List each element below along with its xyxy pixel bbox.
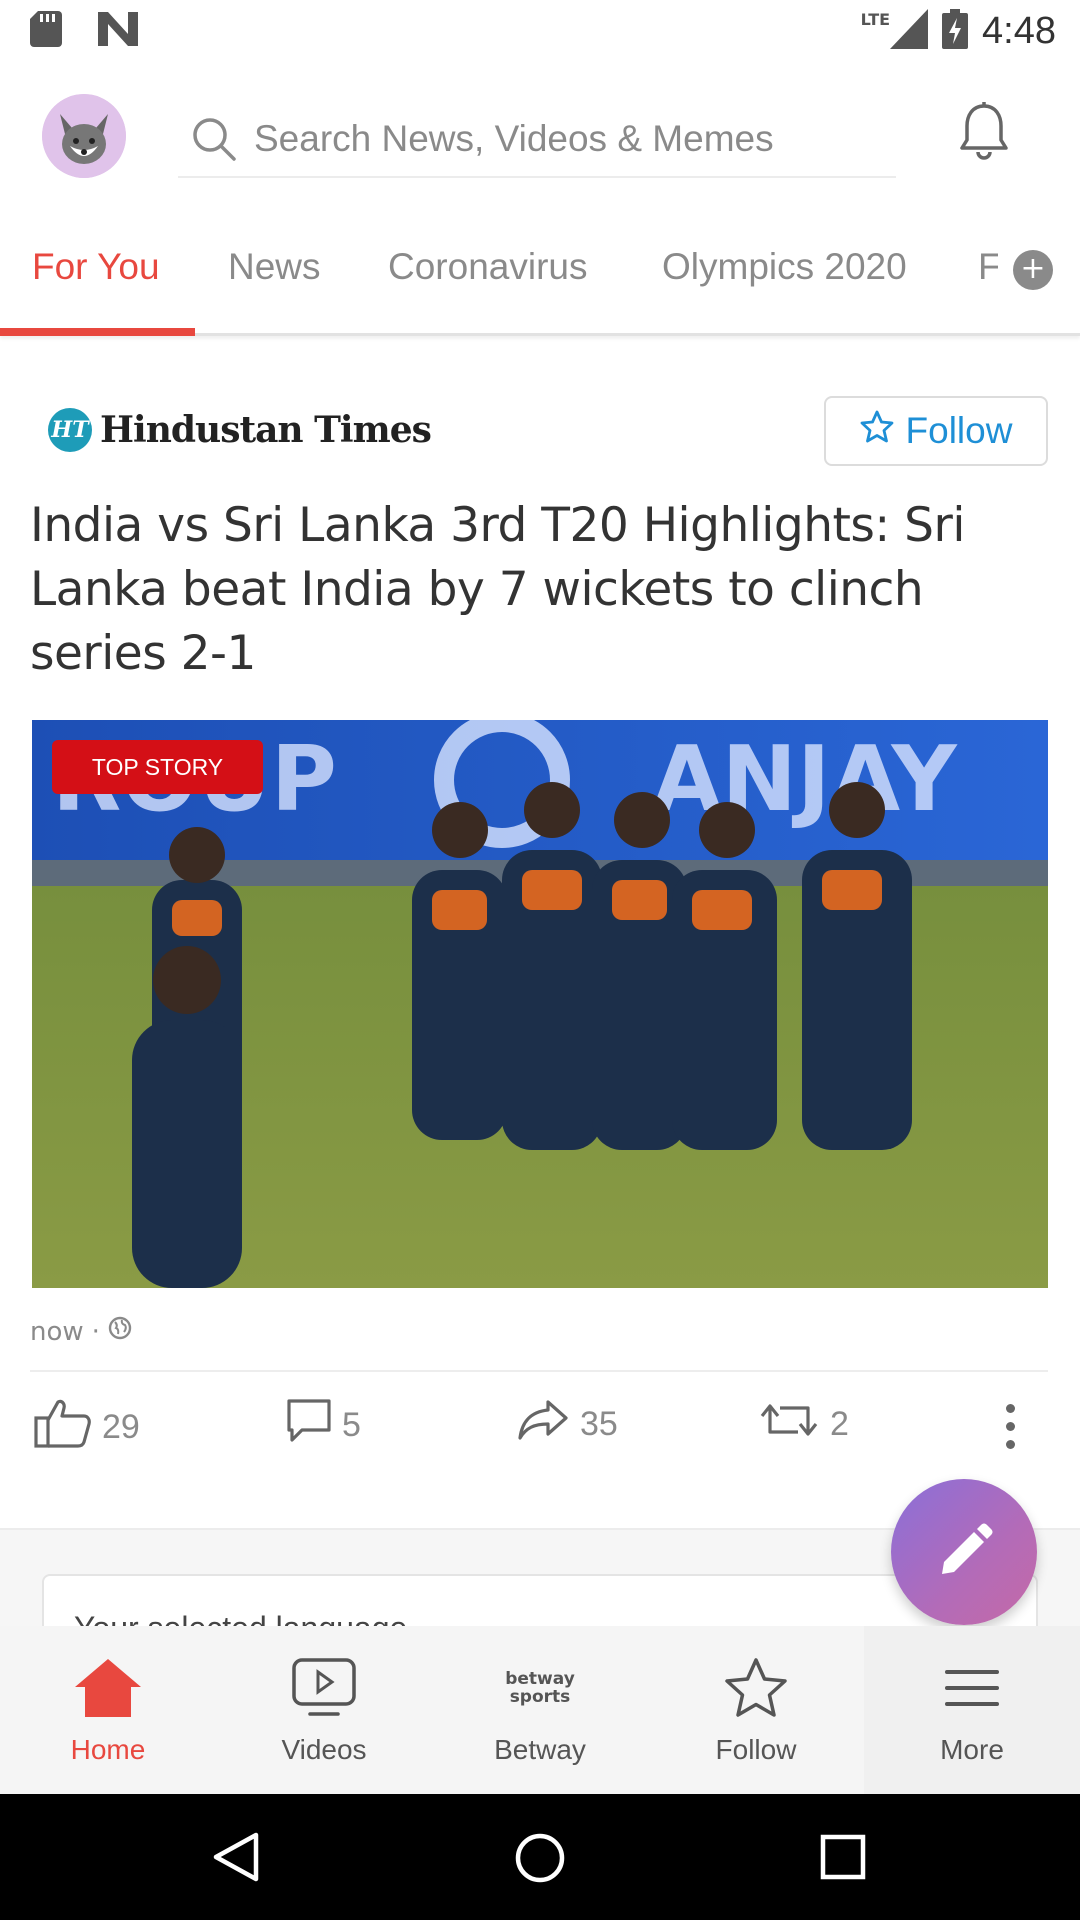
meta-separator: · — [91, 1316, 100, 1347]
nav-more-label: More — [940, 1734, 1004, 1765]
battery-charging-icon — [942, 9, 969, 53]
star-icon — [724, 1652, 788, 1724]
search-placeholder: Search News, Videos & Memes — [254, 118, 774, 159]
like-button[interactable]: 29 — [34, 1398, 140, 1457]
nav-videos[interactable]: Videos — [216, 1626, 432, 1794]
lte-label: LTE — [860, 9, 891, 29]
follow-button[interactable]: Follow — [824, 396, 1048, 466]
repost-count: 2 — [830, 1405, 849, 1443]
publisher-badge: HT — [48, 408, 92, 452]
sd-card-icon — [30, 11, 62, 51]
more-options-icon[interactable] — [1006, 1404, 1015, 1449]
story-meta: now · — [30, 1316, 132, 1347]
follow-label: Follow — [905, 410, 1013, 451]
recents-square-icon[interactable] — [820, 1834, 866, 1884]
n-logo-icon — [98, 12, 138, 50]
add-tab-icon[interactable]: + — [1013, 250, 1053, 290]
nav-betway-label: Betway — [494, 1734, 586, 1765]
tab-for-you[interactable]: For You — [32, 246, 160, 288]
repost-button[interactable]: 2 — [758, 1398, 849, 1451]
star-outline-icon — [860, 410, 894, 453]
share-count: 35 — [580, 1405, 618, 1443]
home-icon — [73, 1652, 143, 1724]
betway-sports-icon: betway sports — [505, 1652, 575, 1724]
story-image[interactable]: ROUP ANJAY — [32, 720, 1048, 1288]
search-bar[interactable]: Search News, Videos & Memes — [178, 102, 896, 178]
tab-coronavirus[interactable]: Coronavirus — [388, 246, 587, 288]
bottom-navigation: Home Videos betway sports Betway Follow … — [0, 1626, 1080, 1794]
status-bar: LTE 4:48 — [0, 0, 1080, 62]
comment-button[interactable]: 5 — [286, 1398, 361, 1453]
publisher-logo[interactable]: HT Hindustan Times — [48, 408, 432, 452]
nav-home-label: Home — [70, 1734, 146, 1765]
share-button[interactable]: 35 — [516, 1398, 618, 1451]
like-count: 29 — [102, 1408, 140, 1446]
search-icon — [184, 116, 244, 162]
home-circle-icon[interactable] — [514, 1832, 566, 1888]
back-icon[interactable] — [212, 1832, 260, 1886]
bell-icon[interactable] — [958, 102, 1010, 166]
divider — [30, 1370, 1048, 1372]
nav-home[interactable]: Home — [0, 1626, 216, 1794]
svg-text:ANJAY: ANJAY — [652, 727, 959, 832]
video-play-icon — [292, 1652, 356, 1724]
tab-news[interactable]: News — [228, 246, 321, 288]
nav-more[interactable]: More — [864, 1626, 1080, 1794]
globe-icon — [108, 1316, 132, 1347]
tab-partial[interactable]: F — [978, 246, 998, 288]
menu-icon — [945, 1652, 999, 1724]
top-story-badge: TOP STORY — [52, 740, 263, 794]
nav-videos-label: Videos — [281, 1734, 367, 1765]
betway-logo-bottom: sports — [509, 1687, 571, 1707]
active-tab-indicator — [0, 328, 195, 336]
avatar-fox-icon[interactable] — [42, 94, 126, 178]
action-bar: 29 5 35 2 — [0, 1398, 1080, 1458]
repost-icon — [758, 1398, 820, 1451]
headline[interactable]: India vs Sri Lanka 3rd T20 Highlights: S… — [30, 494, 1050, 686]
tab-olympics-2020[interactable]: Olympics 2020 — [662, 246, 907, 288]
publisher-name: Hindustan Times — [100, 409, 432, 451]
compose-pencil-icon[interactable] — [891, 1479, 1037, 1625]
app-header: Search News, Videos & Memes — [0, 62, 1080, 212]
comment-icon — [286, 1398, 332, 1453]
signal-icon — [890, 9, 929, 53]
category-tabs: For You News Coronavirus Olympics 2020 F — [0, 212, 1080, 336]
betway-logo-top: betway — [505, 1669, 575, 1689]
nav-follow-label: Follow — [715, 1734, 797, 1765]
story-time: now — [30, 1316, 84, 1347]
system-navigation-bar — [0, 1794, 1080, 1920]
nav-follow[interactable]: Follow — [648, 1626, 864, 1794]
thumbs-up-icon — [34, 1398, 92, 1457]
nav-betway[interactable]: betway sports Betway — [432, 1626, 648, 1794]
clock: 4:48 — [982, 9, 1056, 52]
share-arrow-icon — [516, 1398, 570, 1451]
comment-count: 5 — [342, 1406, 361, 1444]
